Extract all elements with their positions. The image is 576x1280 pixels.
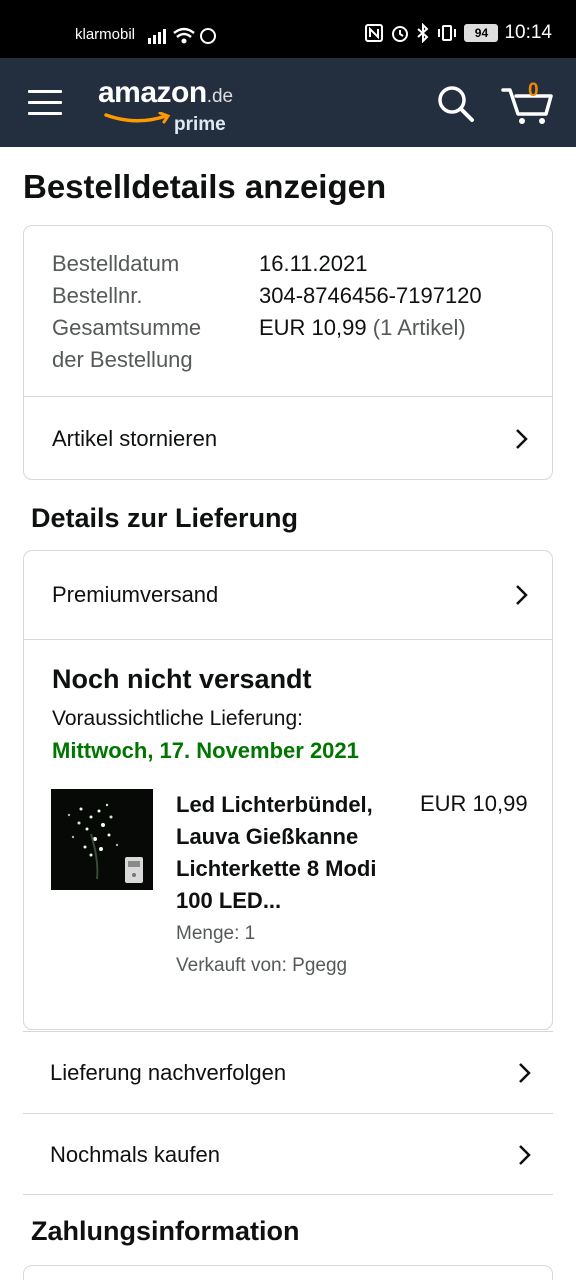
order-number-label: Bestellnr. bbox=[52, 283, 143, 308]
divider bbox=[23, 1194, 553, 1195]
app-header: amazon.de prime 0 bbox=[0, 58, 576, 147]
chevron-right-icon bbox=[519, 1062, 531, 1083]
buy-again-label: Nochmals kaufen bbox=[50, 1141, 220, 1167]
product-quantity: Menge: 1 bbox=[176, 923, 256, 944]
logo-word: amazon bbox=[98, 76, 207, 109]
chevron-right-icon bbox=[516, 428, 528, 449]
smile-icon bbox=[104, 112, 171, 124]
bluetooth-icon bbox=[417, 23, 429, 43]
payment-section-title: Zahlungsinformation bbox=[31, 1216, 300, 1246]
logo-tld: .de bbox=[206, 86, 234, 107]
signal-wifi-icons bbox=[148, 24, 218, 51]
shipment-status: Noch nicht versandt bbox=[52, 664, 312, 694]
clock: 10:14 bbox=[504, 22, 552, 43]
page-title: Bestelldetails anzeigen bbox=[23, 168, 387, 205]
order-total-label: Gesamtsumme bbox=[52, 315, 202, 340]
buy-again-link[interactable]: Nochmals kaufen bbox=[23, 1113, 553, 1195]
payment-card bbox=[23, 1265, 553, 1280]
vibrate-icon bbox=[438, 25, 457, 41]
shipping-method-label: Premiumversand bbox=[52, 582, 219, 607]
shipping-method-link[interactable]: Premiumversand bbox=[24, 551, 552, 639]
order-date-label: Bestelldatum bbox=[52, 251, 180, 276]
chevron-right-icon bbox=[516, 585, 528, 605]
nfc-icon bbox=[365, 24, 384, 42]
cancel-items-link[interactable]: Artikel stornieren bbox=[24, 397, 552, 480]
order-total-label-2: der Bestellung bbox=[52, 347, 193, 372]
product-price: EUR 10,99 bbox=[420, 791, 528, 816]
track-delivery-label: Lieferung nachverfolgen bbox=[50, 1059, 287, 1085]
delivery-card: Premiumversand Noch nicht versandt Vorau… bbox=[23, 550, 553, 1030]
status-right: 94 10:14 bbox=[364, 22, 552, 44]
delivery-section-title: Details zur Lieferung bbox=[31, 503, 299, 533]
amazon-prime-logo[interactable]: amazon.de prime bbox=[98, 76, 234, 135]
eta-date: Mittwoch, 17. November 2021 bbox=[52, 738, 359, 763]
carrier-name: klarmobil bbox=[75, 26, 136, 43]
order-date-value: 16.11.2021 bbox=[259, 251, 368, 276]
alarm-icon bbox=[392, 26, 409, 42]
order-item-count: (1 Artikel) bbox=[372, 315, 466, 340]
eta-label: Voraussichtliche Lieferung: bbox=[52, 707, 303, 730]
order-summary-card: Bestelldatum 16.11.2021 Bestellnr. 304-8… bbox=[23, 225, 553, 480]
search-icon[interactable] bbox=[436, 84, 476, 124]
cancel-items-label: Artikel stornieren bbox=[52, 425, 218, 451]
order-total-value: EUR 10,99 (1 Artikel) bbox=[259, 312, 466, 344]
status-bar: klarmobil 94 10:14 bbox=[0, 0, 576, 58]
order-total-amount: EUR 10,99 bbox=[259, 315, 367, 340]
track-delivery-link[interactable]: Lieferung nachverfolgen bbox=[23, 1031, 553, 1113]
divider bbox=[24, 639, 552, 640]
product-seller: Verkauft von: Pgegg bbox=[176, 955, 348, 976]
cart-button[interactable]: 0 bbox=[500, 80, 556, 126]
product-title[interactable]: Led Lichterbündel, Lauva Gießkanne Licht… bbox=[176, 789, 406, 917]
order-number-value: 304-8746456-7197120 bbox=[259, 283, 482, 308]
cart-count: 0 bbox=[528, 80, 539, 101]
battery-icon: 94 bbox=[464, 24, 499, 42]
product-image[interactable] bbox=[51, 789, 153, 890]
logo-prime: prime bbox=[174, 114, 226, 135]
menu-icon[interactable] bbox=[28, 90, 62, 116]
chevron-right-icon bbox=[519, 1144, 531, 1165]
